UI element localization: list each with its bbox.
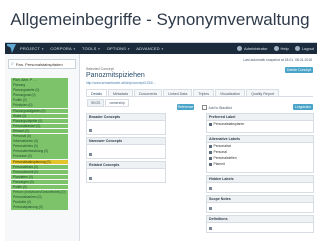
concept-title: Panozmitspiziehen [86, 72, 145, 79]
help-icon [273, 46, 279, 51]
tab-divider [86, 96, 313, 97]
broader-concepts-heading: Broader Concepts [87, 114, 165, 121]
tree-item[interactable]: Personalsachen (0) [11, 195, 68, 200]
menu-project[interactable]: PROJECT▼ [20, 46, 44, 51]
scope-notes-panel: Scope Notes [206, 195, 314, 213]
tree-item[interactable]: Produkte (0) [11, 200, 68, 205]
scope-notes-heading: Scope Notes [207, 196, 313, 203]
hidden-labels-heading: Hidden Labels [207, 176, 313, 183]
tree-item[interactable]: Informationen (0) [11, 139, 68, 144]
related-concepts-panel: Related Concepts [86, 161, 166, 183]
preferred-label-panel: Preferred Label Personalstabsplaner [206, 113, 314, 133]
alternative-labels-panel: Alternative Labels Personalrat Personal Pe… [206, 135, 314, 173]
tree-item[interactable]: Planungsstelle (0) [11, 88, 68, 93]
tree-item[interactable]: Personalplanung (0) [11, 205, 68, 210]
reference-button[interactable]: Reference [177, 104, 194, 110]
user-link[interactable]: Administrator [236, 46, 268, 51]
slide-title: Allgemeinbegriffe - Synonymverwaltung [10, 10, 310, 29]
add-definition-icon[interactable] [209, 227, 212, 230]
tree-item[interactable]: Personal (0) [11, 134, 68, 139]
user-icon [236, 46, 242, 51]
tree-item[interactable]: Plan. Arbe. P. ... [11, 78, 68, 83]
language-flag-icon [209, 162, 212, 166]
concept-search-input[interactable] [15, 61, 74, 67]
tree-item[interactable]: Prinzipien (0) [11, 103, 68, 108]
add-narrower-icon[interactable] [89, 153, 92, 156]
broader-concepts-panel: Broader Concepts [86, 113, 166, 135]
add-to-blacklist-toggle[interactable]: Add to Blacklist [202, 105, 232, 110]
tree-item[interactable]: Plandaten (0) [11, 174, 68, 180]
language-flag-icon [209, 156, 212, 160]
top-right-links: Administrator Help Logout [231, 43, 314, 54]
tree-item[interactable]: Personaltests (0) [11, 164, 68, 170]
app-window: PROJECT▼ CORPORA▼ TOOLS▼ OPTIONS▼ ADVANC… [5, 42, 317, 241]
tree-item[interactable]: Personalstabsplanung (0) [11, 159, 68, 164]
alternative-label-value: Personal [213, 150, 227, 154]
help-link[interactable]: Help [273, 46, 289, 51]
narrower-concepts-heading: Narrower Concepts [87, 138, 165, 145]
alternative-label-value: Personalrat [213, 144, 231, 148]
language-flag-icon [209, 144, 212, 148]
add-scope-note-icon[interactable] [209, 207, 212, 210]
menu-options[interactable]: OPTIONS▼ [107, 46, 131, 51]
search-icon: ⌕ [11, 61, 14, 67]
tree-item[interactable]: Planungsrat (0) [11, 93, 68, 98]
alternative-labels-heading: Alternative Labels [207, 136, 313, 143]
concept-tree: Plan. Arbe. P. ... Planung Planungsstelle … [11, 78, 68, 210]
add-broader-icon[interactable] [89, 129, 92, 132]
narrower-concepts-panel: Narrower Concepts [86, 137, 166, 159]
tree-item[interactable]: Personalentwicklung (0) [11, 149, 68, 154]
definitions-panel: Definitions [206, 215, 314, 233]
details-toolbar: Reference Add to Blacklist Linguistics [86, 104, 313, 112]
labels-column: Preferred Label Personalstabsplaner Alte… [206, 113, 314, 235]
concept-search-box: ⌕ [8, 59, 76, 69]
alternative-label-value: Planmit [213, 162, 225, 166]
selected-concept-label: Selected Concept [86, 67, 114, 71]
menu-tools[interactable]: TOOLS▼ [82, 46, 101, 51]
definitions-heading: Definitions [207, 216, 313, 223]
blacklist-label: Add to Blacklist [208, 105, 232, 110]
tree-item[interactable]: Politik (2) [11, 98, 68, 103]
add-related-icon[interactable] [89, 177, 92, 180]
concept-uri-link[interactable]: http://www.semanticweb.at/rdrdp/concept/… [86, 81, 156, 85]
linguistics-button[interactable]: Linguistics [293, 104, 313, 110]
alternative-label-row[interactable]: Planmit [207, 161, 313, 167]
delete-concept-button[interactable]: Delete Concept [285, 67, 313, 73]
tree-item[interactable]: Planungen (0) [11, 179, 68, 185]
language-flag-icon [209, 122, 212, 126]
relations-column: Broader Concepts Narrower Concepts Relat… [86, 113, 166, 185]
tree-item[interactable]: Planung [11, 83, 68, 88]
menu-advanced[interactable]: ADVANCED▼ [136, 46, 164, 51]
top-menu-bar: PROJECT▼ CORPORA▼ TOOLS▼ OPTIONS▼ ADVANC… [5, 43, 317, 54]
tree-item[interactable]: Politik (0) [11, 184, 68, 190]
language-flag-icon [209, 150, 212, 154]
hidden-labels-panel: Hidden Labels [206, 175, 314, 193]
tree-item[interactable]: Planungsaufgaben (0) [11, 108, 68, 114]
preferred-label-heading: Preferred Label [207, 114, 313, 121]
logout-icon [294, 46, 300, 51]
menu-corpora[interactable]: CORPORA▼ [50, 46, 76, 51]
concept-tree-panel: ⌕ Plan. Arbe. P. ...PlanungPlanungsstell… [5, 54, 80, 241]
tree-item[interactable]: Personalrecht (0) [11, 169, 68, 175]
tree-item[interactable]: Person (Individuen/Geschlechts) (0) [11, 190, 68, 195]
add-hidden-label-icon[interactable] [209, 187, 212, 190]
related-concepts-heading: Related Concepts [87, 162, 165, 169]
tree-item[interactable]: Personalinfos (0) [11, 144, 68, 149]
logout-link[interactable]: Logout [294, 46, 314, 51]
blacklist-checkbox[interactable] [202, 105, 207, 110]
preferred-label-row[interactable]: Personalstabsplaner [207, 121, 313, 127]
concept-details: Last automatic snapshot at 18.01. 08.01.… [80, 54, 317, 241]
tree-item[interactable]: Ressort (0) [11, 128, 68, 134]
preferred-label-value: Personalstabsplaner [213, 122, 245, 126]
tree-item[interactable]: Planungsobjekte (0) [11, 118, 68, 124]
tree-item[interactable]: Personalbedarf (0) [11, 123, 68, 129]
last-snapshot-info: Last automatic snapshot at 18.01. 08.01.… [243, 58, 312, 62]
tree-item[interactable]: Stabs (0) [11, 113, 68, 119]
app-logo-icon [7, 44, 16, 53]
alternative-label-value: Personalstellen [213, 156, 237, 160]
tree-item[interactable]: Prozesse (0) [11, 154, 68, 159]
